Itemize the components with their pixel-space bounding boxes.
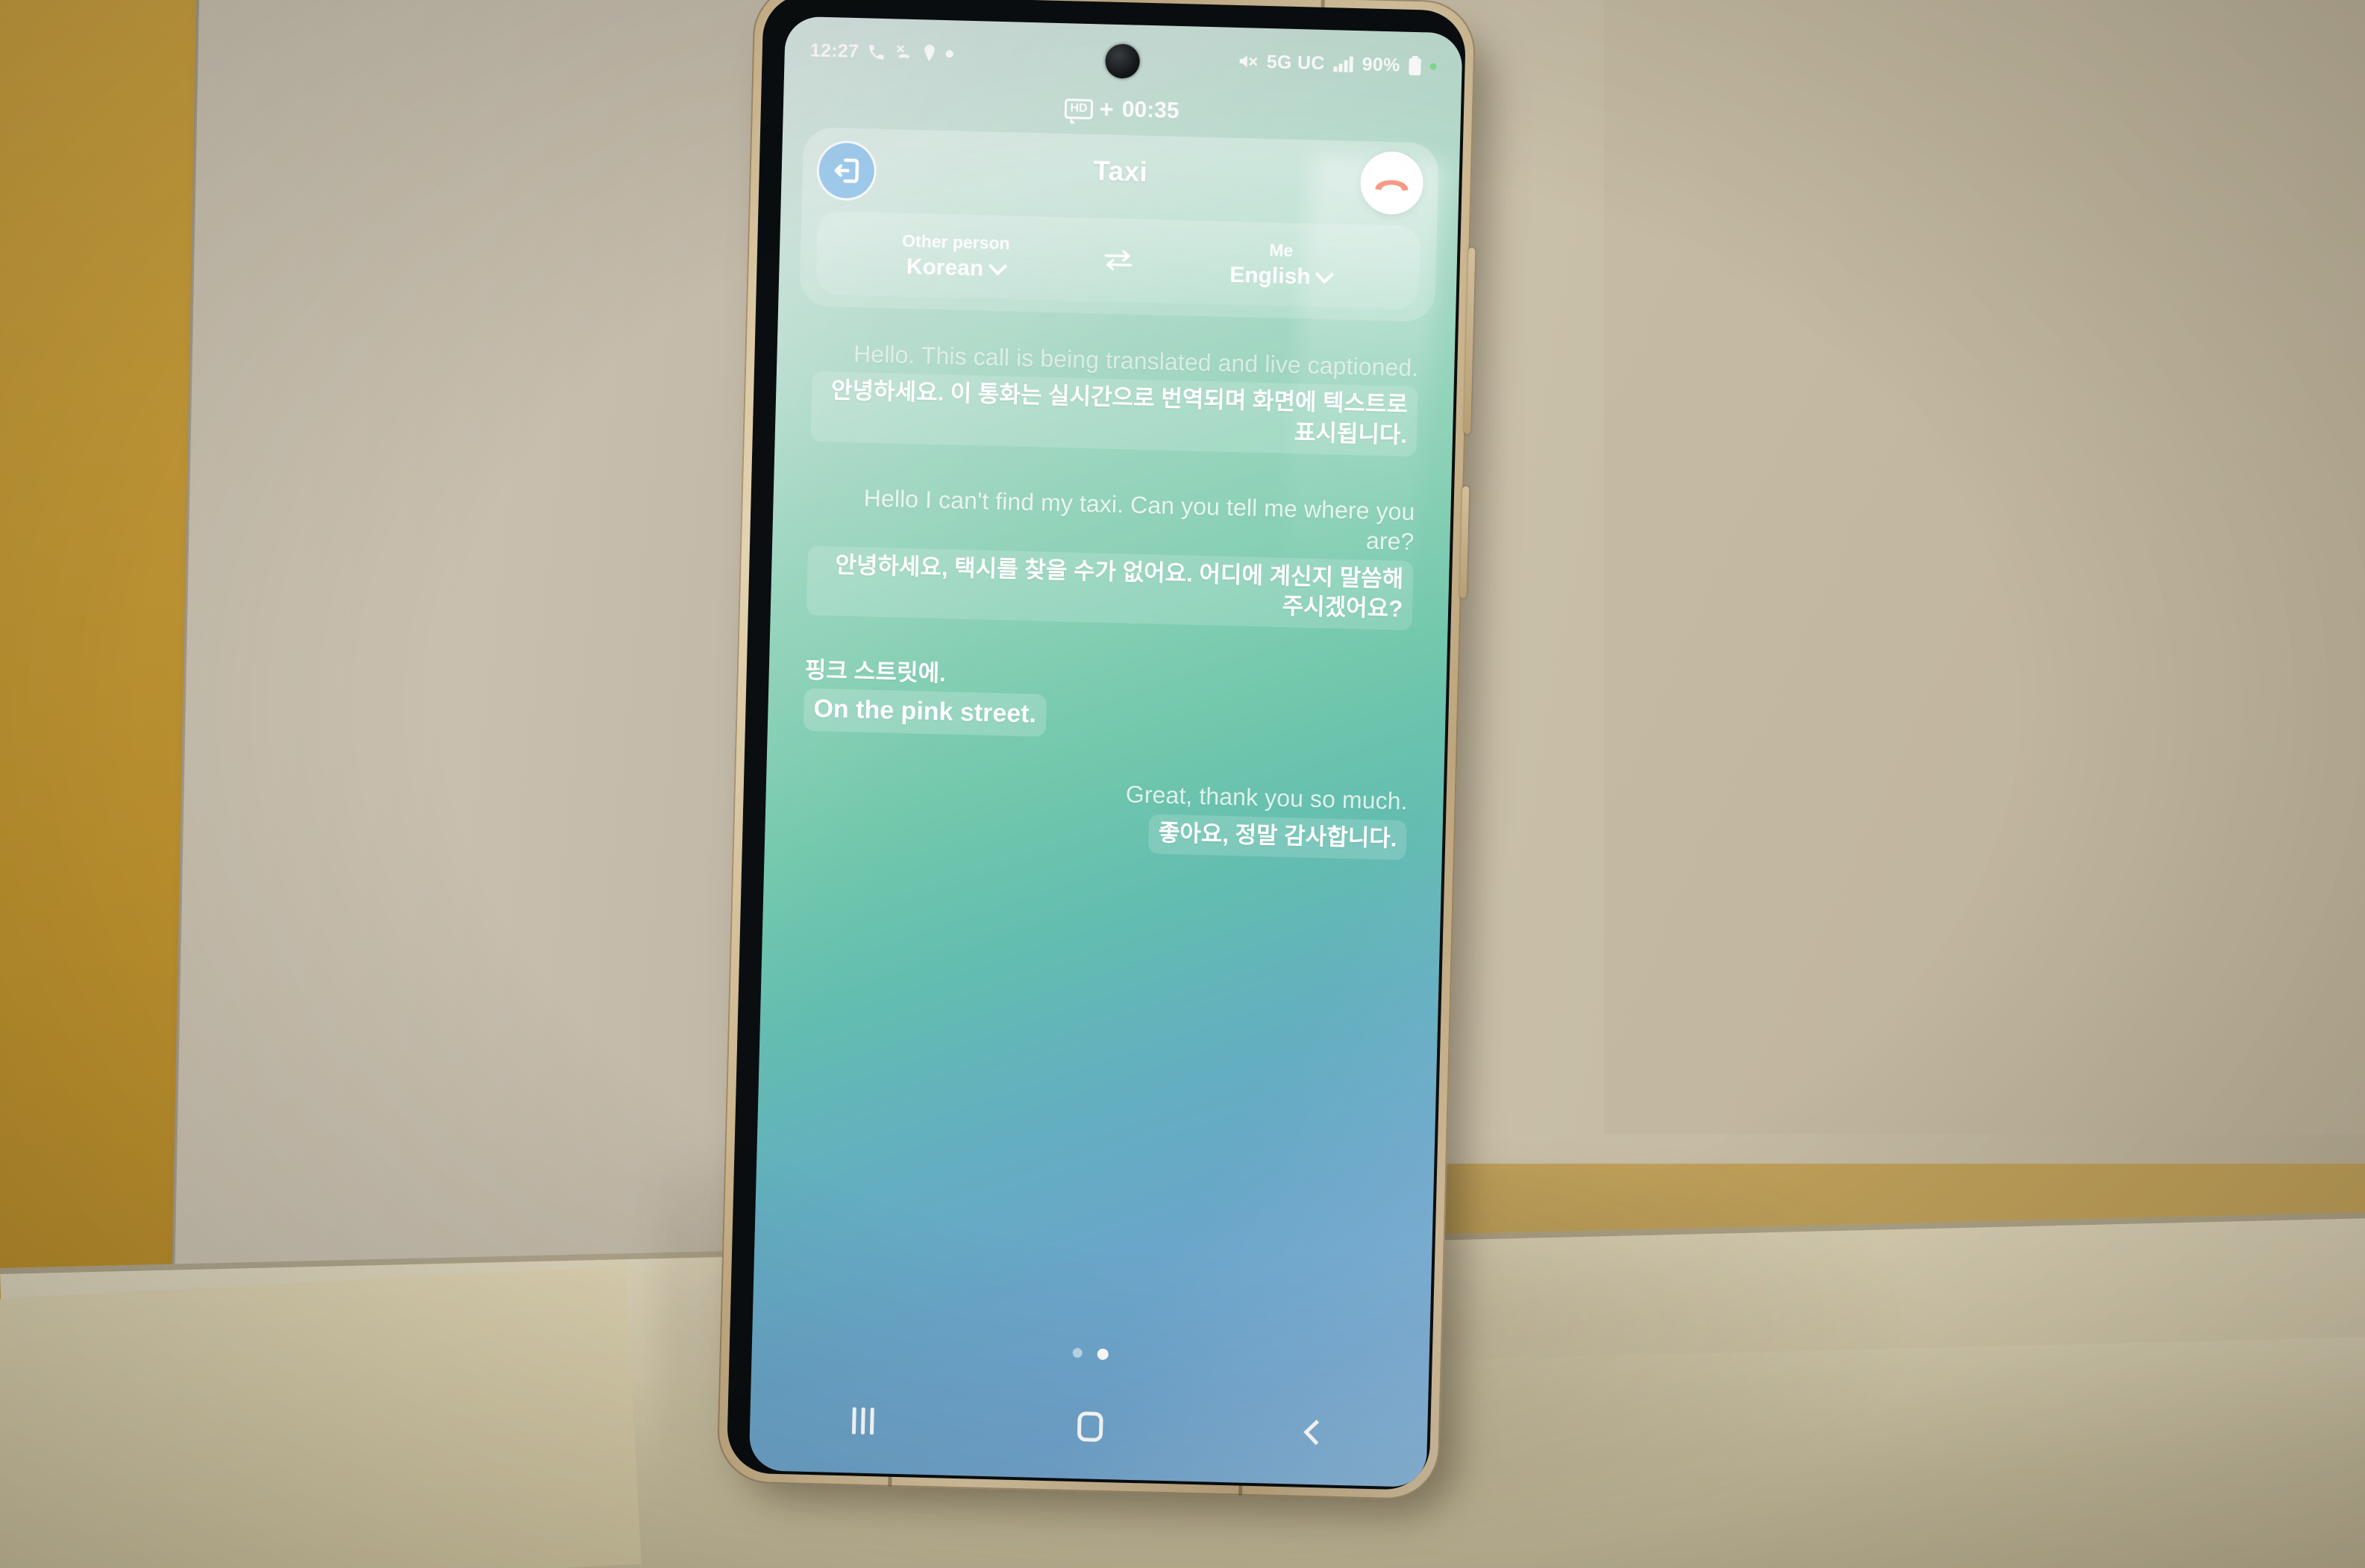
transcript-message: Great, thank you so much. 좋아요, 정말 감사합니다.: [801, 771, 1408, 860]
missed-call-icon: [895, 43, 915, 62]
call-duration-row: HD + 00:35: [783, 87, 1462, 133]
language-selector-bar: Other person Korean Me English: [815, 210, 1421, 310]
mute-icon: [1238, 52, 1259, 71]
status-bar-left: 12:27: [809, 40, 954, 65]
end-call-button[interactable]: [1359, 151, 1424, 216]
phone-bezel: 12:27 5G UC 90% HD + 00:35 Taxi Other pe…: [726, 0, 1467, 1491]
transcript-translation-text: 좋아요, 정말 감사합니다.: [1148, 813, 1407, 860]
call-duration: 00:35: [1121, 97, 1180, 124]
transcript-message: Hello I can't find my taxi. Can you tell…: [806, 482, 1415, 631]
contact-name: Taxi: [1092, 155, 1148, 187]
status-bar-right: 5G UC 90%: [1237, 50, 1437, 77]
swap-arrows-icon: [1100, 245, 1135, 275]
dot-icon: [945, 49, 954, 58]
other-person-role-label: Other person: [901, 231, 1010, 253]
signal-bars-icon: [1332, 54, 1354, 73]
other-person-language-dropdown[interactable]: Korean: [906, 254, 1008, 281]
smartphone: 12:27 5G UC 90% HD + 00:35 Taxi Other pe…: [715, 0, 1508, 1531]
page-indicator: [752, 1340, 1429, 1368]
photo-scene: 12:27 5G UC 90% HD + 00:35 Taxi Other pe…: [0, 0, 2365, 1568]
hd-voice-icon: HD: [1065, 98, 1093, 119]
chevron-down-icon: [1315, 264, 1335, 284]
phone-screen: 12:27 5G UC 90% HD + 00:35 Taxi Other pe…: [748, 16, 1463, 1487]
location-pin-icon: [922, 43, 938, 63]
transcript-translation-text: 안녕하세요. 이 통화는 실시간으로 번역되며 화면에 텍스트로 표시됩니다.: [810, 371, 1418, 457]
me-language-group: Me English: [1141, 236, 1420, 292]
me-role-label: Me: [1268, 239, 1294, 260]
transcript-translation-text: On the pink street.: [803, 688, 1047, 738]
recents-icon[interactable]: [851, 1407, 874, 1435]
android-navigation-bar: [749, 1384, 1428, 1470]
transcript-translation-text: 안녕하세요, 택시를 찾을 수가 없어요. 어디에 계신지 말씀해 주시겠어요?: [806, 545, 1414, 631]
other-person-language-value: Korean: [906, 254, 984, 280]
background-wall-far-right: [1604, 0, 2365, 1134]
home-icon[interactable]: [1077, 1411, 1104, 1442]
battery-percent-label: 90%: [1362, 53, 1400, 75]
call-header-top-row: Taxi: [801, 127, 1439, 225]
me-language-value: English: [1229, 262, 1311, 289]
transcript-message: Hello. This call is being translated and…: [810, 338, 1419, 457]
other-person-language-group: Other person Korean: [816, 228, 1095, 283]
page-dot-active[interactable]: [1097, 1348, 1109, 1361]
me-language-dropdown[interactable]: English: [1229, 262, 1335, 289]
counter-left-section: [0, 1265, 642, 1568]
page-dot[interactable]: [1072, 1347, 1083, 1358]
call-header-card: Taxi Other person Korean Me English: [799, 127, 1439, 322]
end-call-icon: [1372, 170, 1412, 196]
back-icon[interactable]: [1303, 1420, 1329, 1446]
swap-languages-button[interactable]: [1094, 245, 1142, 276]
battery-icon: [1408, 55, 1422, 76]
charging-status-dot: [1429, 62, 1437, 70]
phone-call-icon: [867, 42, 887, 62]
hd-plus-label: +: [1099, 95, 1115, 123]
transcript-message-active: 핑크 스트릿에. On the pink street.: [803, 656, 1411, 747]
network-label: 5G UC: [1266, 51, 1326, 74]
chevron-down-icon: [988, 256, 1008, 275]
status-bar-clock: 12:27: [809, 39, 859, 62]
live-transcript-list[interactable]: Hello. This call is being translated and…: [780, 337, 1428, 1330]
